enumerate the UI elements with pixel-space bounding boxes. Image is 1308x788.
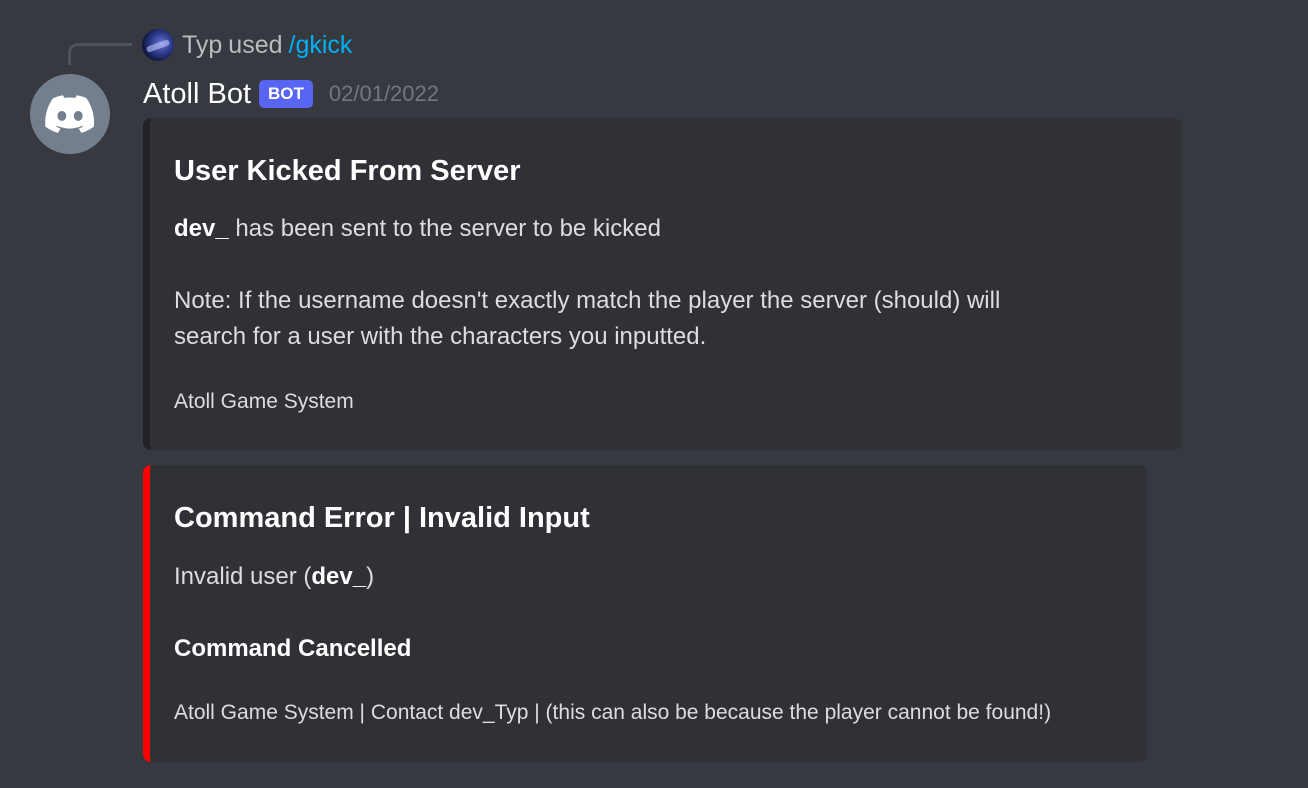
embed-title: Command Error | Invalid Input	[174, 502, 590, 534]
embed-description-suffix: )	[366, 563, 375, 590]
embed-description-prefix: Invalid user (	[174, 563, 312, 590]
embed-description: Invalid user (dev_)	[174, 559, 374, 595]
bot-badge: BOT	[259, 80, 313, 108]
embed-description-user: dev_	[174, 215, 229, 242]
embed-title: User Kicked From Server	[174, 155, 521, 187]
embed-footer: Atoll Game System	[174, 390, 354, 413]
embed-note-line-2: search for a user with the characters yo…	[174, 323, 707, 350]
reply-spine	[68, 43, 132, 65]
embed-description: dev_ has been sent to the server to be k…	[174, 211, 661, 247]
reply-used-text: used	[228, 30, 283, 59]
discord-logo-icon	[45, 95, 95, 133]
reply-command[interactable]: /gkick	[289, 31, 353, 60]
author-username[interactable]: Atoll Bot	[143, 78, 251, 111]
embed-command-error: Command Error | Invalid Input Invalid us…	[143, 465, 1147, 762]
embed-status: Command Cancelled	[174, 631, 411, 667]
embed-description-user: dev_	[311, 563, 367, 590]
avatar[interactable]	[30, 74, 110, 154]
embed-note-line-1: Note: If the username doesn't exactly ma…	[174, 287, 1001, 314]
embed-description-text: has been sent to the server to be kicked	[228, 215, 661, 242]
message-timestamp[interactable]: 02/01/2022	[329, 81, 439, 107]
embed-status-text: Command Cancelled	[174, 635, 412, 662]
embed-kick-result: User Kicked From Server dev_ has been se…	[143, 118, 1182, 450]
message-header: Atoll Bot BOT 02/01/2022	[143, 74, 439, 114]
embed-footer: Atoll Game System | Contact dev_Typ | (t…	[174, 701, 1052, 724]
reply-avatar[interactable]	[142, 29, 174, 61]
reply-reference[interactable]: Typ used /gkick	[142, 28, 352, 62]
reply-username[interactable]: Typ	[182, 31, 222, 60]
